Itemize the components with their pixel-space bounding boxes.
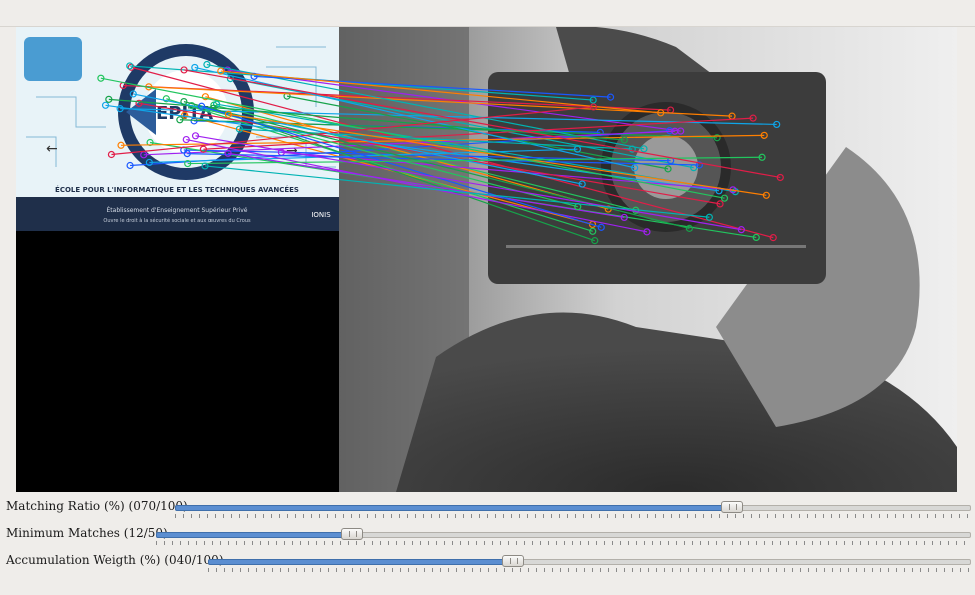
card-school-name: ÉCOLE POUR L'INFORMATIQUE ET LES TECHNIQ…: [55, 185, 299, 194]
svg-text:←: ←: [46, 141, 58, 157]
matching-ratio-handle[interactable]: [721, 501, 744, 513]
accumulation-weight-label: Accumulation Weigth (%) (040/100): [6, 553, 224, 567]
slider-row-minimum-matches: Minimum Matches (12/50): [6, 525, 971, 547]
slider-row-accumulation-weight: Accumulation Weigth (%) (040/100): [6, 552, 971, 574]
card-subtitle: Établissement d'Enseignement Supérieur P…: [107, 206, 248, 214]
feature-match-view: EPITA ÉCOLE POUR L'INFORMATIQUE ET LES T…: [16, 27, 957, 492]
card-subtitle2: Ouvre le droit à la sécurité sociale et …: [103, 217, 251, 224]
minimum-matches-handle[interactable]: [340, 528, 363, 540]
matching-ratio-slider[interactable]: [175, 501, 971, 519]
minimum-matches-slider[interactable]: [156, 528, 971, 546]
accumulation-weight-slider[interactable]: [208, 555, 971, 573]
slider-row-matching-ratio: Matching Ratio (%) (070/100): [6, 498, 971, 520]
toolbar-area: [0, 0, 975, 27]
card-chip: [24, 37, 82, 81]
matching-ratio-label: Matching Ratio (%) (070/100): [6, 499, 188, 513]
match-canvas: EPITA ÉCOLE POUR L'INFORMATIQUE ET LES T…: [16, 27, 957, 492]
minimum-matches-label: Minimum Matches (12/50): [6, 526, 168, 540]
accumulation-weight-handle[interactable]: [502, 555, 525, 567]
card-brand: IONIS: [311, 211, 331, 219]
